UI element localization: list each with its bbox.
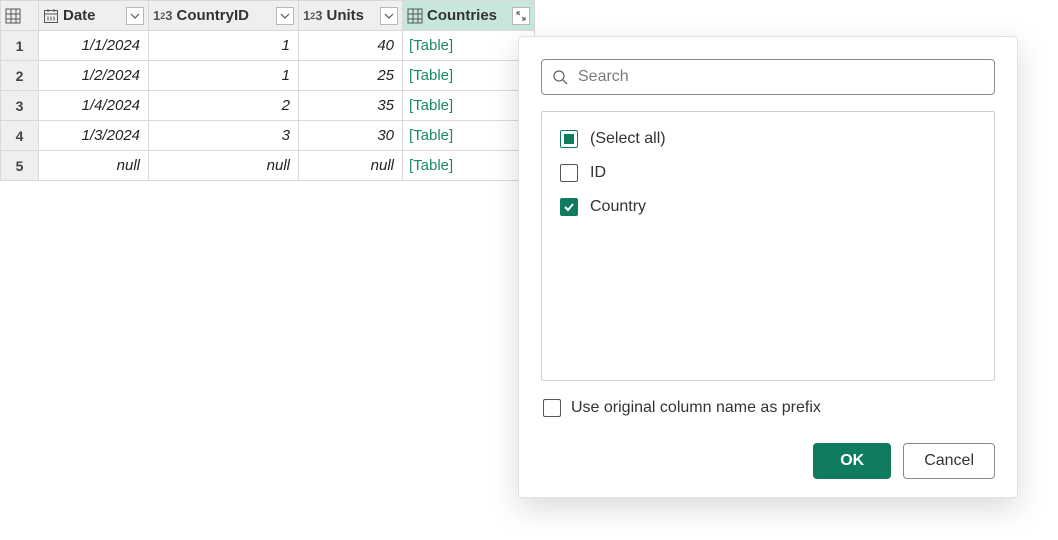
column-checklist: (Select all) ID Country <box>541 111 995 381</box>
cell-countries[interactable]: [Table] <box>403 91 535 121</box>
checklist-item-label: ID <box>590 164 606 182</box>
search-input[interactable] <box>576 67 984 87</box>
table-row[interactable]: 2 1/2/2024 1 25 [Table] <box>1 61 535 91</box>
ok-button-label: OK <box>840 452 864 470</box>
table-icon <box>5 8 21 24</box>
header-countryid-label: CountryID <box>176 7 249 24</box>
checkbox-checked-icon[interactable] <box>560 198 578 216</box>
cell-units[interactable]: 30 <box>299 121 403 151</box>
search-icon <box>552 69 568 85</box>
cancel-button-label: Cancel <box>924 452 974 470</box>
expand-countries-button[interactable] <box>512 7 530 25</box>
cell-countryid[interactable]: 3 <box>149 121 299 151</box>
header-units-label: Units <box>326 7 364 24</box>
checklist-item-label: Country <box>590 198 646 216</box>
header-units[interactable]: 123 Units <box>299 1 403 31</box>
cell-countries[interactable]: [Table] <box>403 151 535 181</box>
filter-date-button[interactable] <box>126 7 144 25</box>
expand-column-popup: (Select all) ID Country Use original col… <box>518 36 1018 498</box>
checkbox-unchecked-icon[interactable] <box>560 164 578 182</box>
cell-date[interactable]: 1/2/2024 <box>39 61 149 91</box>
cell-units[interactable]: null <box>299 151 403 181</box>
table-icon <box>407 8 423 24</box>
checklist-item-country[interactable]: Country <box>556 190 980 224</box>
cell-countryid[interactable]: 1 <box>149 61 299 91</box>
prefix-option[interactable]: Use original column name as prefix <box>541 399 995 417</box>
cell-date[interactable]: 1/1/2024 <box>39 31 149 61</box>
header-row-selector[interactable] <box>1 1 39 31</box>
checkbox-unchecked-icon[interactable] <box>543 399 561 417</box>
cell-countries[interactable]: [Table] <box>403 31 535 61</box>
header-date[interactable]: Date <box>39 1 149 31</box>
grid-body: 1 1/1/2024 1 40 [Table] 2 1/2/2024 1 25 … <box>1 31 535 181</box>
row-number: 1 <box>1 31 39 61</box>
row-number: 4 <box>1 121 39 151</box>
button-row: OK Cancel <box>541 443 995 479</box>
ok-button[interactable]: OK <box>813 443 891 479</box>
table-row[interactable]: 3 1/4/2024 2 35 [Table] <box>1 91 535 121</box>
table-row[interactable]: 4 1/3/2024 3 30 [Table] <box>1 121 535 151</box>
cell-countryid[interactable]: 1 <box>149 31 299 61</box>
cell-units[interactable]: 40 <box>299 31 403 61</box>
chevron-down-icon <box>280 11 290 21</box>
chevron-down-icon <box>384 11 394 21</box>
cell-units[interactable]: 35 <box>299 91 403 121</box>
cell-date[interactable]: 1/4/2024 <box>39 91 149 121</box>
checklist-item-id[interactable]: ID <box>556 156 980 190</box>
row-number: 5 <box>1 151 39 181</box>
header-date-label: Date <box>63 7 96 24</box>
row-number: 3 <box>1 91 39 121</box>
checkbox-indeterminate-icon[interactable] <box>560 130 578 148</box>
expand-icon <box>515 10 527 22</box>
table-row[interactable]: 1 1/1/2024 1 40 [Table] <box>1 31 535 61</box>
chevron-down-icon <box>130 11 140 21</box>
select-all-item[interactable]: (Select all) <box>556 122 980 156</box>
cell-countries[interactable]: [Table] <box>403 61 535 91</box>
cell-date[interactable]: 1/3/2024 <box>39 121 149 151</box>
calendar-icon <box>43 8 59 24</box>
data-grid: Date 123 CountryID <box>0 0 535 181</box>
number-type-icon: 123 <box>153 8 172 23</box>
number-type-icon: 123 <box>303 8 322 23</box>
filter-countryid-button[interactable] <box>276 7 294 25</box>
prefix-label: Use original column name as prefix <box>571 399 821 417</box>
table-row[interactable]: 5 null null null [Table] <box>1 151 535 181</box>
header-countries-label: Countries <box>427 7 497 24</box>
filter-units-button[interactable] <box>380 7 398 25</box>
check-icon <box>563 201 575 213</box>
row-number: 2 <box>1 61 39 91</box>
cell-units[interactable]: 25 <box>299 61 403 91</box>
cell-countryid[interactable]: 2 <box>149 91 299 121</box>
cell-countryid[interactable]: null <box>149 151 299 181</box>
select-all-label: (Select all) <box>590 130 666 148</box>
search-field[interactable] <box>541 59 995 95</box>
cell-countries[interactable]: [Table] <box>403 121 535 151</box>
header-countries[interactable]: Countries <box>403 1 535 31</box>
header-countryid[interactable]: 123 CountryID <box>149 1 299 31</box>
cell-date[interactable]: null <box>39 151 149 181</box>
cancel-button[interactable]: Cancel <box>903 443 995 479</box>
